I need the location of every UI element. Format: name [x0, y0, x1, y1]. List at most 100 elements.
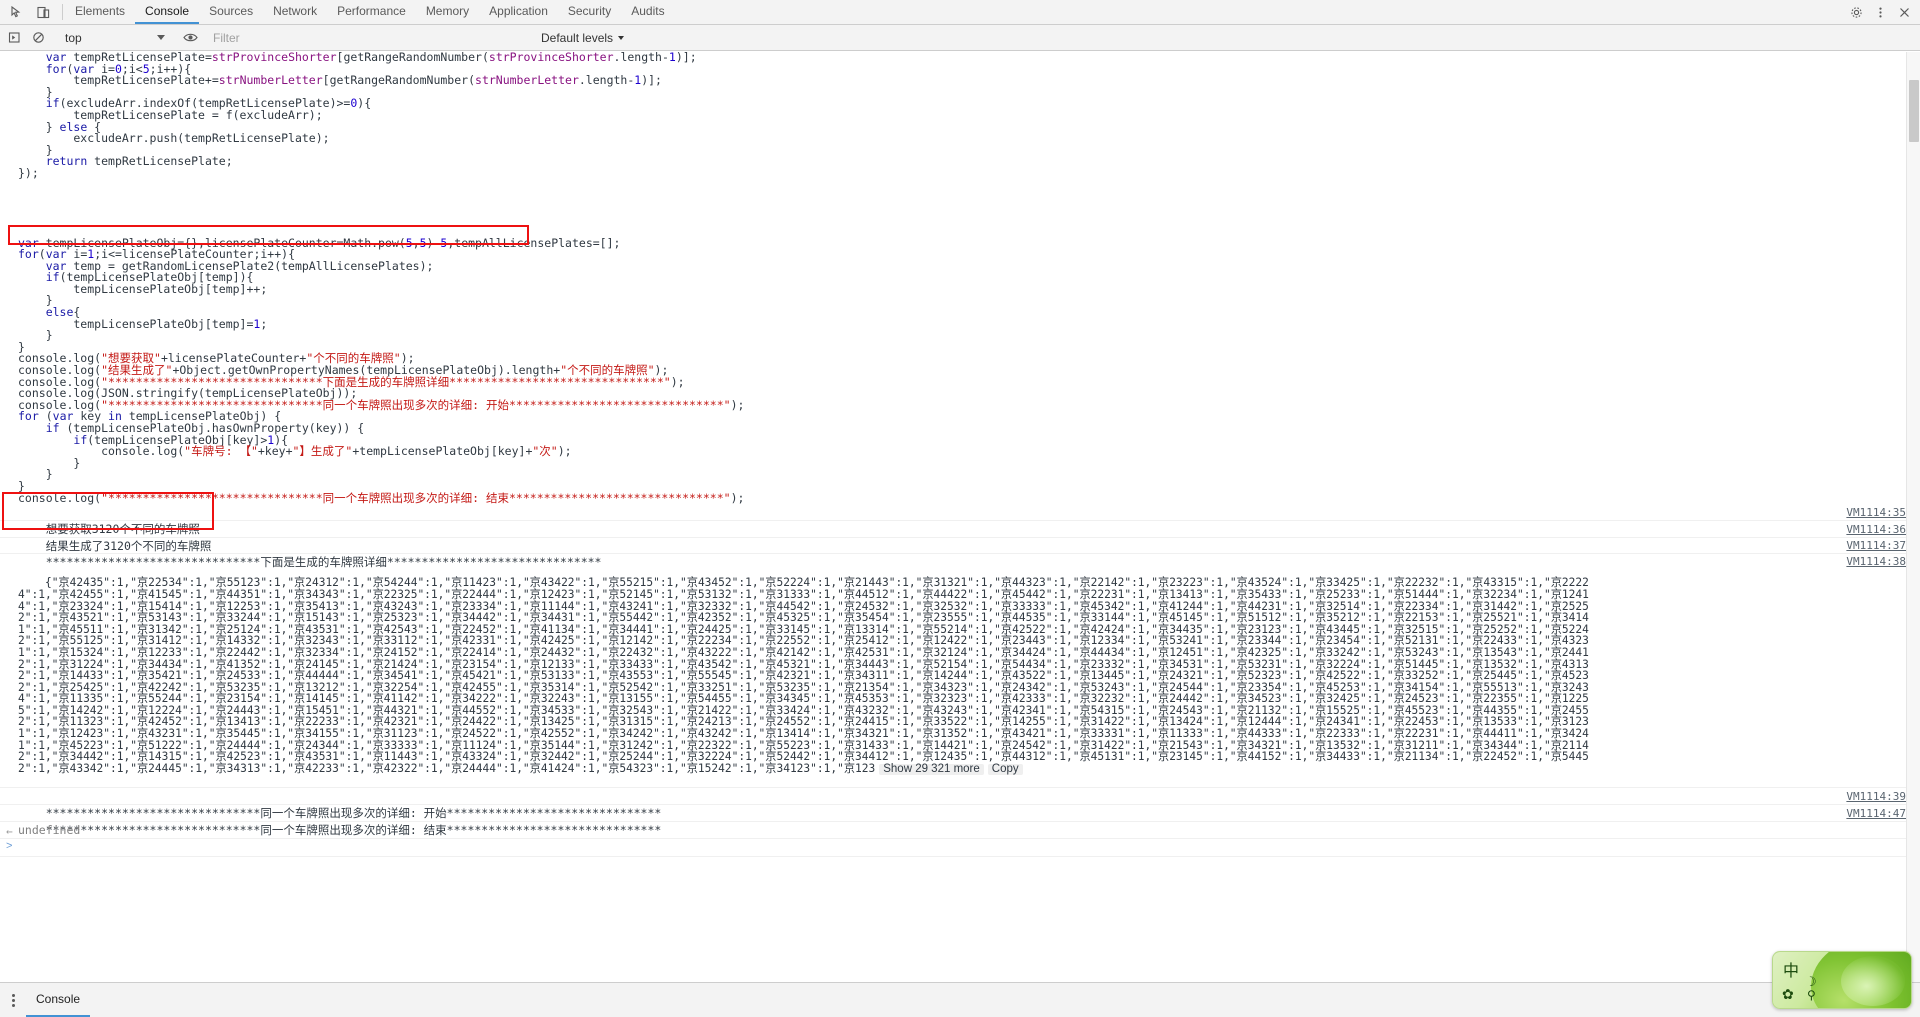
source-link-vm1114-36[interactable]: VM1114:36 — [1846, 521, 1906, 538]
source-link-vm1114-35[interactable]: VM1114:35 — [1846, 504, 1906, 521]
devtools-tabbar: Elements Console Sources Network Perform… — [0, 0, 1920, 25]
tab-security[interactable]: Security — [558, 0, 621, 24]
drawer-tab-label: Console — [36, 992, 81, 1006]
source-token: , — [412, 235, 420, 250]
tab-audits[interactable]: Audits — [621, 0, 674, 24]
source-code-line: var temp = getRandomLicensePlate2(tempAl… — [18, 260, 1920, 273]
source-code-line — [18, 214, 1920, 226]
source-token: strProvinceShorter — [488, 52, 614, 64]
close-devtools-icon[interactable] — [1892, 0, 1916, 24]
eval-result-text: undefined — [18, 823, 81, 838]
tab-application[interactable]: Application — [479, 0, 558, 24]
drawer-tab-console[interactable]: Console — [26, 983, 91, 1017]
source-token: "*******************************同一个车牌照出现… — [101, 490, 731, 505]
log-levels-selector[interactable]: Default levels — [537, 28, 628, 48]
chevron-down-icon — [157, 35, 165, 40]
panel-tabs: Elements Console Sources Network Perform… — [65, 0, 675, 24]
tabbar-left-icons — [0, 0, 60, 24]
tab-memory[interactable]: Memory — [416, 0, 479, 24]
device-toolbar-icon[interactable] — [30, 0, 56, 24]
source-code-line: tempRetLicensePlate = f(excludeArr); — [18, 109, 1920, 122]
console-toolbar: top Default levels — [0, 25, 1920, 51]
source-link-vm1114-38[interactable]: VM1114:38 — [1846, 556, 1906, 568]
ime-key-glyph: ⚲ — [1807, 988, 1816, 1002]
console-scrollbar-track[interactable] — [1906, 52, 1920, 982]
source-token: ); — [670, 374, 685, 389]
tabbar-right-icons — [1844, 0, 1920, 24]
source-code-line: } — [18, 144, 1920, 157]
clear-console-icon[interactable] — [26, 26, 50, 50]
live-expression-eye-icon[interactable] — [178, 26, 202, 50]
source-token: )- — [426, 235, 441, 250]
source-token: 1 — [668, 52, 676, 64]
source-token: ); — [730, 490, 745, 505]
source-link-vm1114-39[interactable]: VM1114:39 — [1846, 788, 1906, 805]
source-token: = — [204, 52, 212, 64]
tab-performance[interactable]: Performance — [327, 0, 416, 24]
source-token: var — [18, 235, 39, 250]
source-code-line: else{ — [18, 306, 1920, 319]
source-code-line: console.log("车牌号: 【"+key+"】生成了"+tempLice… — [18, 444, 1920, 459]
source-token: ); — [730, 397, 745, 412]
console-output-json-dump: VM1114:38 {"京42435":1,"京22534":1,"京55123… — [0, 554, 1920, 789]
ime-floating-toolbar[interactable]: 中 ☽ ✿ ⚲ — [1772, 951, 1912, 1009]
source-token: return — [45, 154, 88, 169]
source-token: ); — [557, 444, 572, 459]
console-scrollbar-thumb[interactable] — [1909, 80, 1919, 142]
tab-elements[interactable]: Elements — [65, 0, 135, 24]
console-prompt[interactable]: > — [0, 839, 1920, 858]
show-more-button[interactable]: Show 29 321 more — [879, 763, 984, 776]
source-code-line — [18, 191, 1920, 203]
console-output-detail-banner: *******************************下面是生成的车牌照… — [0, 538, 1920, 569]
source-code-line: } — [18, 457, 1920, 470]
source-token: ; — [260, 316, 268, 331]
ime-moon-glyph: ☽ — [1805, 974, 1817, 989]
settings-gear-icon[interactable] — [1844, 0, 1868, 24]
more-options-icon[interactable] — [1868, 0, 1892, 24]
console-output-dup-end: *******************************同一个车牌照出现多… — [0, 805, 1920, 837]
execution-context-value: top — [65, 30, 82, 45]
source-token: strProvinceShorter — [211, 52, 337, 64]
console-eval-result: ← undefined — [0, 822, 1920, 840]
source-token: tempLicensePlateObj={},licensePlateCount… — [38, 235, 406, 250]
source-code-line: }); — [18, 165, 1920, 180]
tab-sources[interactable]: Sources — [199, 0, 263, 24]
source-code-line: } — [18, 469, 1920, 481]
source-token: }); — [18, 165, 39, 180]
inspect-element-icon[interactable] — [4, 0, 30, 24]
ime-settings-gear-icon[interactable]: ✿ — [1782, 986, 1794, 1003]
tab-label: Audits — [631, 4, 665, 18]
source-token: console.log( — [18, 490, 102, 505]
filter-input[interactable] — [207, 27, 537, 48]
tab-label: Performance — [337, 4, 406, 18]
source-token: ){ — [357, 96, 372, 111]
source-code-line-highlighted: var tempLicensePlateObj={},licensePlateC… — [18, 235, 1920, 250]
source-token: "次" — [532, 444, 558, 459]
console-message-list[interactable]: var tempRetLicensePlate=strProvinceShort… — [0, 52, 1920, 982]
source-token: ( — [468, 73, 476, 88]
ime-language-mode-icon[interactable]: 中 — [1783, 957, 1799, 981]
source-token: 5 — [419, 235, 427, 250]
tab-network[interactable]: Network — [263, 0, 327, 24]
execution-context-icon[interactable] — [2, 26, 26, 50]
source-token: )]; — [675, 52, 697, 64]
source-token: +tempLicensePlateObj[key]+ — [352, 444, 533, 459]
source-token: tempLicensePlateObj[temp]= — [18, 316, 254, 331]
source-token: ,tempAllLicensePlates=[]; — [447, 235, 621, 250]
tab-label: Memory — [425, 4, 470, 18]
tab-console[interactable]: Console — [135, 0, 200, 24]
source-code-line — [18, 180, 1920, 192]
execution-context-selector[interactable]: top — [59, 28, 169, 48]
source-link-vm1114-47[interactable]: VM1114:47 — [1846, 805, 1906, 822]
tab-label: Console — [145, 4, 190, 18]
drawer-more-options-icon[interactable] — [0, 983, 26, 1017]
source-token: +key+ — [257, 444, 293, 459]
copy-button[interactable]: Copy — [987, 763, 1023, 776]
source-link-vm1114-37[interactable]: VM1114:37 — [1846, 538, 1906, 554]
console-output-wanted: 想要获取3120个不同的车牌照 VM1114:35 — [0, 504, 1920, 536]
source-token: strNumberLetter — [475, 73, 579, 88]
source-token: excludeArr.push(tempRetLicensePlate); — [18, 131, 330, 146]
ime-keyboard-icon[interactable]: ⚲ — [1807, 988, 1816, 1002]
source-token: getRangeRandomNumber — [329, 73, 469, 88]
tab-label: Elements — [75, 4, 126, 18]
